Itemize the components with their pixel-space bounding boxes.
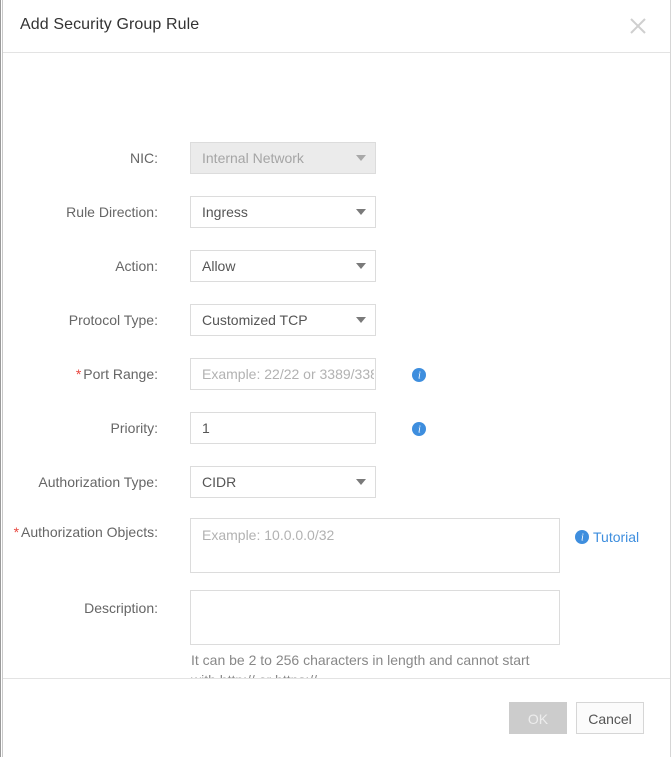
authorization-type-select-wrap: CIDR [190,466,376,498]
label-rule-direction-text: Rule Direction: [66,204,158,220]
rule-direction-value: Ingress [202,204,248,220]
chevron-down-icon [356,155,366,161]
close-icon[interactable] [624,12,652,40]
label-protocol-type-text: Protocol Type: [68,312,158,328]
ok-button[interactable]: OK [509,702,567,734]
chevron-down-icon [356,317,366,323]
label-priority-text: Priority: [110,420,158,436]
action-value: Allow [202,258,236,274]
protocol-type-value: Customized TCP [202,312,308,328]
label-priority: Priority: [0,419,158,437]
priority-input[interactable]: 1 [190,412,376,444]
protocol-type-select-wrap: Customized TCP [190,304,376,336]
description-textarea[interactable] [190,590,560,645]
label-protocol-type: Protocol Type: [0,311,158,329]
chevron-down-icon [356,209,366,215]
nic-select[interactable]: Internal Network [190,142,376,174]
priority-value: 1 [202,420,210,436]
port-range-info-wrap: i [412,366,426,384]
label-action-text: Action: [115,258,158,274]
label-authorization-objects: * Authorization Objects: [0,523,158,541]
info-icon: i [575,529,589,544]
required-asterisk: * [75,366,82,382]
authorization-objects-textarea[interactable]: Example: 10.0.0.0/32 [190,518,560,573]
chevron-down-icon [356,479,366,485]
label-description-text: Description: [84,600,158,616]
tutorial-link[interactable]: i Tutorial [575,528,639,546]
label-authorization-type: Authorization Type: [0,473,158,491]
tutorial-link-label: Tutorial [593,528,640,545]
dialog-body: NIC: Internal Network Rule Direction: In… [0,53,670,688]
label-rule-direction: Rule Direction: [0,203,158,221]
label-authorization-type-text: Authorization Type: [38,474,158,490]
authorization-objects-textarea-wrap: Example: 10.0.0.0/32 [190,518,560,573]
chevron-down-icon [356,263,366,269]
action-select[interactable]: Allow [190,250,376,282]
port-range-placeholder: Example: 22/22 or 3389/338 [202,366,374,382]
dialog-footer: OK Cancel [3,678,670,757]
nic-select-value: Internal Network [202,150,304,166]
label-nic: NIC: [0,149,158,167]
rule-direction-select-wrap: Ingress [190,196,376,228]
priority-info-wrap: i [412,420,426,438]
priority-input-wrap: 1 [190,412,376,444]
required-asterisk: * [13,524,20,540]
port-range-input-wrap: Example: 22/22 or 3389/338 [190,358,376,390]
action-select-wrap: Allow [190,250,376,282]
svg-text:i: i [581,532,584,543]
svg-text:i: i [418,424,421,435]
label-description: Description: [0,599,158,617]
label-nic-text: NIC: [130,150,158,166]
port-range-input[interactable]: Example: 22/22 or 3389/338 [190,358,376,390]
cancel-button[interactable]: Cancel [576,702,644,734]
nic-select-wrap: Internal Network [190,142,376,174]
info-icon[interactable]: i [412,367,426,382]
info-icon[interactable]: i [412,421,426,436]
authorization-type-value: CIDR [202,474,237,490]
label-action: Action: [0,257,158,275]
rule-direction-select[interactable]: Ingress [190,196,376,228]
dialog-title: Add Security Group Rule [20,16,200,33]
dialog-header: Add Security Group Rule [3,0,670,53]
description-textarea-wrap [190,590,560,645]
label-authorization-objects-text: Authorization Objects: [21,524,158,540]
label-port-range: * Port Range: [0,365,158,383]
svg-text:i: i [418,370,421,381]
add-security-group-rule-dialog: Add Security Group Rule NIC: Internal Ne… [3,0,670,757]
authorization-objects-placeholder: Example: 10.0.0.0/32 [202,527,335,543]
authorization-type-select[interactable]: CIDR [190,466,376,498]
label-port-range-text: Port Range: [83,366,158,382]
protocol-type-select[interactable]: Customized TCP [190,304,376,336]
